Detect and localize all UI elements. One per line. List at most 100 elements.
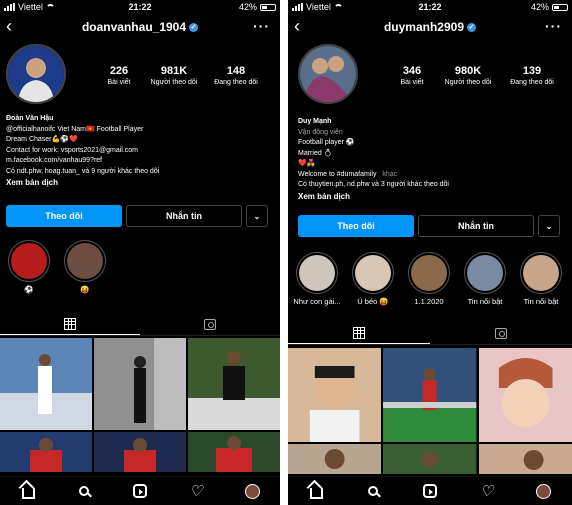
more-options-icon[interactable]: ··· — [253, 18, 270, 34]
profile-header: ‹ duymanh2909 ✓ ··· — [288, 16, 572, 38]
stat-following[interactable]: 139 Đang theo dõi — [500, 65, 564, 86]
nav-home[interactable] — [306, 481, 326, 501]
nav-reels[interactable] — [420, 481, 440, 501]
profile-avatar[interactable] — [6, 44, 66, 104]
bio-line: Football player ⚽ — [298, 139, 355, 146]
nav-search[interactable] — [74, 481, 94, 501]
tagged-icon — [204, 318, 216, 330]
profile-actions: Theo dõi Nhắn tin ⌄ — [6, 205, 274, 227]
follow-button[interactable]: Theo dõi — [6, 205, 122, 227]
profile-stats: 346 Bài viết 980K Người theo dõi 139 Đang t… — [388, 65, 564, 86]
nav-home[interactable] — [18, 481, 38, 501]
see-translation-link[interactable]: Xem bản dịch — [298, 192, 566, 203]
tab-tagged[interactable] — [140, 313, 280, 335]
post-thumbnail[interactable] — [188, 338, 280, 430]
post-thumbnail[interactable] — [0, 338, 92, 430]
profile-actions: Theo dõi Nhắn tin ⌄ — [298, 215, 562, 237]
battery-icon — [260, 3, 276, 11]
stat-followers[interactable]: 980K Người theo dõi — [436, 65, 500, 86]
home-icon — [21, 487, 35, 499]
highlight-label: Ú béo 😝 — [357, 297, 389, 306]
tab-tagged[interactable] — [430, 322, 572, 344]
follow-button[interactable]: Theo dõi — [298, 215, 414, 237]
highlight-item[interactable]: Ú béo 😝 — [345, 252, 401, 306]
nav-activity[interactable]: ♡ — [186, 481, 206, 501]
highlight-thumbnail — [67, 243, 103, 279]
bio-name: Duy Mạnh — [298, 118, 332, 125]
back-chevron-icon[interactable]: ‹ — [6, 16, 12, 36]
highlight-thumbnail — [11, 243, 47, 279]
reels-icon — [133, 484, 147, 498]
bio-link[interactable]: m.facebook.com/vanhau99?ref — [6, 156, 274, 167]
post-thumbnail[interactable] — [0, 432, 92, 472]
highlight-item[interactable]: 1.1.2020 — [401, 252, 457, 306]
post-thumbnail[interactable] — [288, 348, 382, 442]
status-time: 21:22 — [418, 2, 442, 12]
suggested-dropdown-button[interactable]: ⌄ — [246, 205, 268, 227]
home-icon — [309, 487, 323, 499]
nav-activity[interactable]: ♡ — [477, 481, 497, 501]
bio-line: ❤️👩‍❤️‍👨 — [298, 160, 316, 167]
stat-posts[interactable]: 346 Bài viết — [388, 65, 436, 86]
grid-icon — [353, 326, 365, 339]
tagged-icon — [495, 327, 507, 339]
posts-grid — [0, 338, 280, 472]
bio-more-link[interactable]: khác — [382, 171, 397, 178]
profile-avatar[interactable] — [298, 44, 358, 104]
highlight-label: Như con gái... — [293, 297, 341, 306]
nav-search[interactable] — [363, 481, 383, 501]
stat-followers[interactable]: 981K Người theo dõi — [143, 65, 205, 86]
followed-by[interactable]: Có ndt.phw, hoag.tuan_ và 9 người khác t… — [6, 167, 274, 178]
post-thumbnail[interactable] — [94, 432, 186, 472]
profile-screen-right: Viettel 21:22 42% ‹ duymanh2909 ✓ ··· 34… — [288, 0, 572, 505]
profile-screen-left: Viettel 21:22 42% ‹ doanvanhau_1904 ✓ ··… — [0, 0, 280, 505]
status-bar: Viettel 21:22 42% — [288, 0, 572, 14]
nav-profile[interactable] — [242, 481, 262, 501]
profile-tabs — [0, 313, 280, 336]
nav-profile[interactable] — [534, 481, 554, 501]
followed-by[interactable]: Có thuytien.ph, nd.phw và 3 người khác t… — [298, 180, 566, 191]
verified-badge-icon: ✓ — [467, 22, 477, 32]
highlight-label: ⚽ — [24, 285, 34, 294]
search-icon — [79, 486, 89, 496]
highlight-item[interactable]: 😝 — [58, 240, 112, 294]
bio-line: @officialhanoifc Viet Nam🇻🇳 Football Pla… — [6, 125, 144, 133]
nav-reels[interactable] — [130, 481, 150, 501]
highlight-item[interactable]: Tin nổi bật — [457, 252, 513, 306]
stat-posts[interactable]: 226 Bài viết — [95, 65, 143, 86]
bio-line: Dream Chaser💪⚽❤️ — [6, 136, 78, 143]
post-thumbnail[interactable] — [94, 338, 186, 430]
verified-badge-icon: ✓ — [189, 22, 199, 32]
tab-posts-grid[interactable] — [288, 322, 430, 344]
highlight-item[interactable]: Tin nổi bật — [513, 252, 569, 306]
more-options-icon[interactable]: ··· — [545, 18, 562, 34]
back-chevron-icon[interactable]: ‹ — [294, 16, 300, 36]
profile-bio: Đoàn Văn Hậu @officialhanoifc Viet Nam🇻🇳… — [6, 114, 274, 189]
search-icon — [368, 486, 379, 496]
highlight-item[interactable]: Như con gái... — [289, 252, 345, 306]
post-thumbnail[interactable] — [188, 432, 280, 472]
tab-posts-grid[interactable] — [0, 313, 140, 335]
post-thumbnail[interactable] — [478, 348, 572, 442]
profile-avatar-icon — [244, 483, 260, 499]
see-translation-link[interactable]: Xem bản dịch — [6, 178, 274, 189]
post-thumbnail[interactable] — [478, 444, 572, 474]
profile-username: duymanh2909 — [383, 20, 465, 34]
highlight-label: 1.1.2020 — [414, 297, 444, 306]
bio-line: Married 💍 — [298, 149, 333, 157]
message-button[interactable]: Nhắn tin — [126, 205, 242, 227]
profile-bio: Duy Mạnh Vận động viên Football player ⚽… — [298, 117, 566, 202]
highlight-item[interactable]: ⚽ — [2, 240, 56, 294]
story-highlights: Như con gái... Ú béo 😝 1.1.2020 Tin nổi … — [289, 252, 572, 306]
message-button[interactable]: Nhắn tin — [418, 215, 534, 237]
bio-line: Vận động viên — [298, 128, 343, 136]
post-thumbnail[interactable] — [383, 444, 477, 474]
suggested-dropdown-button[interactable]: ⌄ — [538, 215, 560, 237]
stat-following[interactable]: 148 Đang theo dõi — [205, 65, 267, 86]
bio-line: Welcome to #dumafamily — [298, 170, 377, 178]
highlight-label: 😝 — [80, 285, 90, 294]
post-thumbnail[interactable] — [288, 444, 382, 474]
profile-username: doanvanhau_1904 — [81, 20, 187, 34]
post-thumbnail[interactable] — [383, 348, 477, 442]
reels-icon — [422, 484, 437, 498]
